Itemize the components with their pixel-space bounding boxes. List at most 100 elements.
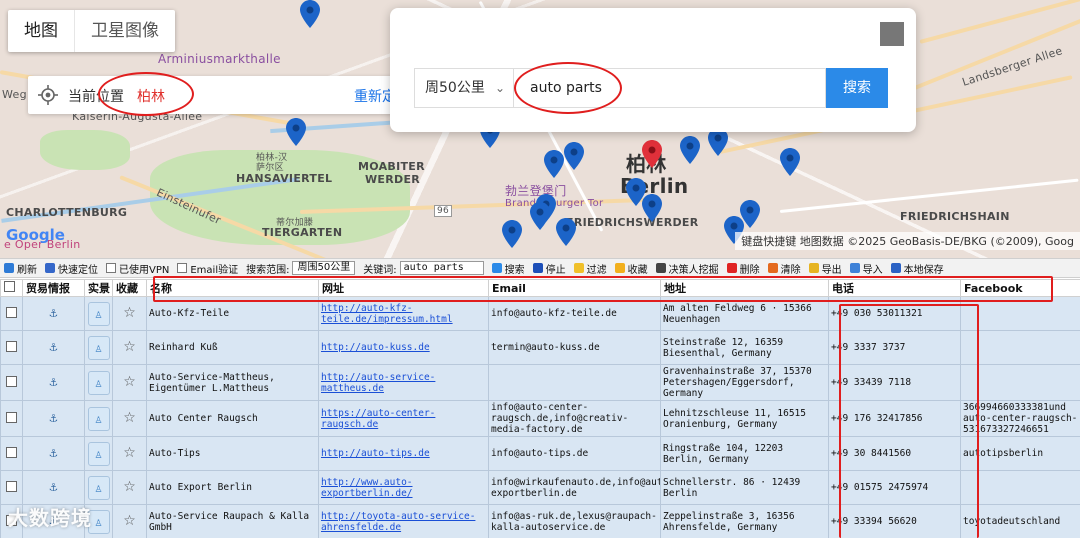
website-link[interactable]: https://auto-center-raugsch.de (321, 408, 435, 430)
row-checkbox[interactable] (6, 306, 17, 318)
map-attribution[interactable]: 键盘快捷键 地图数据 ©2025 GeoBasis-DE/BKG (©2009)… (735, 232, 1080, 250)
column-header[interactable]: 实景 (84, 279, 113, 297)
decision-maker-button[interactable]: 决策人挖掘 (652, 261, 723, 276)
column-header[interactable]: 名称 (146, 279, 319, 297)
table-header-row: 贸易情报 实景 收藏 名称 网址 Email 地址 电话 Facebook (0, 279, 1080, 297)
trade-intel-cell: ⚓ (22, 400, 85, 437)
chevron-down-icon: ⌄ (494, 81, 505, 95)
range-dropdown[interactable]: 周围50公里 (292, 261, 356, 275)
address-cell: Gravenhainstraße 37, 15370 Petershagen/E… (660, 364, 829, 401)
anchor-icon[interactable]: ⚓ (50, 375, 58, 390)
address-cell: Lehnitzschleuse 11, 16515 Oranienburg, G… (660, 400, 829, 437)
map-pin[interactable] (708, 128, 728, 156)
delete-button[interactable]: 删除 (723, 261, 764, 276)
street-view-icon[interactable]: ♙ (87, 441, 110, 466)
anchor-icon[interactable]: ⚓ (50, 411, 58, 426)
star-icon[interactable]: ☆ (123, 445, 136, 461)
import-button[interactable]: 导入 (846, 261, 887, 276)
anchor-icon[interactable]: ⚓ (50, 340, 58, 355)
website-link[interactable]: http://auto-service-mattheus.de (321, 372, 435, 394)
column-header[interactable]: 网址 (318, 279, 489, 297)
star-icon[interactable]: ☆ (123, 513, 136, 529)
table-row[interactable]: ⚓ ♙ ☆ Auto-Tips http://auto-tips.de info… (0, 436, 1080, 471)
range-select[interactable]: 周50公里 ⌄ (414, 68, 514, 108)
table-row[interactable]: ⚓ ♙ ☆ Auto-Service Raupach & Kalla GmbH … (0, 504, 1080, 538)
anchor-icon[interactable]: ⚓ (50, 480, 58, 495)
map-pin[interactable] (544, 150, 564, 178)
table-row[interactable]: ⚓ ♙ ☆ Reinhard Kuß http://auto-kuss.de t… (0, 330, 1080, 365)
map-pin[interactable] (502, 220, 522, 248)
filter-button[interactable]: 过滤 (570, 261, 611, 276)
row-checkbox[interactable] (6, 340, 17, 352)
map-pin[interactable] (642, 194, 662, 222)
refresh-icon (4, 263, 14, 273)
clear-label: 清除 (780, 264, 801, 276)
row-checkbox[interactable] (6, 411, 17, 423)
star-icon[interactable]: ☆ (123, 374, 136, 390)
local-save-button[interactable]: 本地保存 (887, 261, 948, 276)
column-header[interactable]: 电话 (828, 279, 961, 297)
table-row[interactable]: ⚓ ♙ ☆ Auto-Kfz-Teile http://auto-kfz-tei… (0, 296, 1080, 331)
toolbar-keyword-input[interactable]: auto parts (399, 261, 484, 275)
crosshair-icon[interactable] (38, 85, 58, 105)
table-row[interactable]: ⚓ ♙ ☆ Auto-Service-Mattheus, Eigentümer … (0, 364, 1080, 401)
delete-icon (726, 263, 737, 273)
export-button[interactable]: 导出 (805, 261, 846, 276)
row-checkbox[interactable] (6, 375, 17, 387)
column-header[interactable]: Email (488, 279, 661, 297)
column-header[interactable]: 收藏 (112, 279, 147, 297)
column-header[interactable]: 贸易情报 (22, 279, 85, 297)
star-icon[interactable]: ☆ (123, 410, 136, 426)
map-view[interactable]: Arminiusmarkthalle MOABITER WERDER 柏林-汉 … (0, 0, 1080, 258)
row-checkbox[interactable] (6, 480, 17, 492)
website-link[interactable]: http://auto-kfz-teile.de/impressum.html (321, 303, 453, 325)
quick-locate-label: 快速定位 (58, 264, 98, 276)
stop-button[interactable]: 停止 (529, 261, 570, 276)
website-link[interactable]: http://toyota-auto-service-ahrensfelde.d… (321, 511, 475, 533)
map-pin[interactable] (556, 218, 576, 246)
table-row[interactable]: ⚓ ♙ ☆ Auto Center Raugsch https://auto-c… (0, 400, 1080, 437)
street-view-cell: ♙ (84, 296, 113, 331)
star-icon[interactable]: ☆ (123, 339, 136, 355)
street-view-icon[interactable]: ♙ (87, 370, 110, 395)
map-pin[interactable] (286, 118, 306, 146)
toolbar-search-button[interactable]: 搜索 (488, 261, 529, 276)
stop-label: 停止 (545, 264, 566, 276)
row-checkbox[interactable] (6, 446, 17, 458)
column-header[interactable]: 地址 (660, 279, 829, 297)
star-icon[interactable]: ☆ (123, 479, 136, 495)
refresh-button[interactable]: 刷新 (0, 261, 41, 276)
close-icon[interactable] (880, 22, 904, 46)
table-row[interactable]: ⚓ ♙ ☆ Auto Export Berlin http://www.auto… (0, 470, 1080, 505)
quick-locate-button[interactable]: 快速定位 (41, 261, 102, 276)
map-type-map-button[interactable]: 地图 (8, 10, 74, 52)
street-view-icon[interactable]: ♙ (87, 335, 110, 360)
clear-button[interactable]: 清除 (764, 261, 805, 276)
column-header[interactable]: Facebook (960, 279, 1080, 297)
map-pin[interactable] (300, 0, 320, 28)
website-link[interactable]: http://auto-tips.de (321, 448, 430, 459)
map-type-satellite-button[interactable]: 卫星图像 (74, 10, 175, 52)
anchor-icon[interactable]: ⚓ (50, 446, 58, 461)
map-pin[interactable] (530, 202, 550, 230)
website-link[interactable]: http://www.auto-exportberlin.de/ (321, 477, 413, 499)
street-view-icon[interactable]: ♙ (87, 475, 110, 500)
star-icon[interactable]: ☆ (123, 305, 136, 321)
email-verify-checkbox[interactable]: Email验证 (173, 261, 242, 276)
phone-cell: +49 176 32417856 (828, 400, 961, 437)
keyword-input[interactable] (514, 68, 826, 108)
map-pin[interactable] (680, 136, 700, 164)
street-view-icon[interactable]: ♙ (87, 406, 110, 431)
street-view-icon[interactable]: ♙ (87, 301, 110, 326)
map-pin-selected[interactable] (642, 140, 662, 168)
email-cell: info@auto-center-raugsch.de,info@creativ… (488, 400, 661, 437)
favorite-button[interactable]: 收藏 (611, 261, 652, 276)
anchor-icon[interactable]: ⚓ (50, 306, 58, 321)
phone-cell: +49 33439 7118 (828, 364, 961, 401)
select-all-checkbox[interactable] (4, 281, 15, 292)
vpn-checkbox[interactable]: 已使用VPN (102, 261, 173, 276)
map-pin[interactable] (780, 148, 800, 176)
map-pin[interactable] (564, 142, 584, 170)
website-link[interactable]: http://auto-kuss.de (321, 342, 430, 353)
search-button[interactable]: 搜索 (826, 68, 888, 108)
